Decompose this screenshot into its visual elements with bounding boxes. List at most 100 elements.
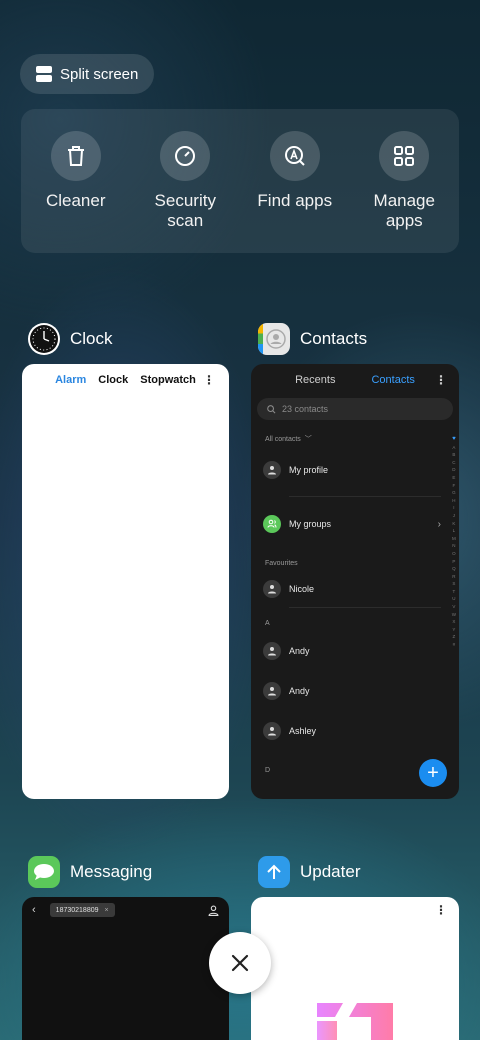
favourites-header: Favourites bbox=[265, 560, 298, 567]
alphabet-letter[interactable]: R bbox=[452, 573, 455, 581]
clock-app-icon bbox=[28, 323, 60, 355]
contact-row[interactable]: Ashley bbox=[251, 721, 459, 741]
cleaner-shortcut[interactable]: Cleaner bbox=[26, 131, 126, 253]
messaging-app-card[interactable]: ‹ 18730218809 × bbox=[22, 897, 229, 1040]
tab-alarm[interactable]: Alarm bbox=[55, 374, 86, 386]
messaging-toolbar: ‹ 18730218809 × bbox=[22, 897, 229, 923]
split-screen-button[interactable]: Split screen bbox=[20, 54, 154, 94]
search-placeholder: 23 contacts bbox=[282, 404, 329, 414]
my-groups-label: My groups bbox=[289, 519, 332, 529]
close-icon bbox=[231, 954, 249, 972]
alphabet-letter[interactable]: X bbox=[452, 618, 455, 626]
my-groups-row[interactable]: My groups › bbox=[251, 514, 459, 534]
find-apps-shortcut[interactable]: Find apps bbox=[245, 131, 345, 253]
alphabet-letter[interactable]: V bbox=[452, 603, 455, 611]
recipient-chip[interactable]: 18730218809 × bbox=[49, 903, 115, 917]
filter-label: All contacts bbox=[265, 435, 301, 443]
contacts-app-name: Contacts bbox=[300, 329, 368, 348]
messaging-app-icon bbox=[28, 856, 60, 888]
alphabet-letter[interactable]: M bbox=[452, 535, 456, 543]
contact-row-favourite[interactable]: Nicole bbox=[251, 579, 459, 599]
contacts-tabs: Recents Contacts ⋮ bbox=[251, 364, 459, 387]
alphabet-letter[interactable]: # bbox=[453, 641, 456, 649]
alphabet-letter[interactable]: G bbox=[452, 489, 456, 497]
find-apps-label: Find apps bbox=[257, 191, 333, 210]
contacts-search-input[interactable]: 23 contacts bbox=[257, 398, 453, 420]
clock-tabs: Alarm Clock Stopwatch bbox=[22, 364, 229, 386]
alphabet-letter[interactable]: W bbox=[452, 611, 456, 619]
contact-icon[interactable] bbox=[208, 903, 219, 921]
my-profile-label: My profile bbox=[289, 465, 329, 475]
alphabet-letter[interactable]: Y bbox=[452, 626, 455, 634]
alphabet-letter[interactable]: I bbox=[453, 504, 454, 512]
search-a-icon bbox=[269, 131, 320, 181]
alphabet-letter[interactable]: F bbox=[453, 482, 456, 490]
alphabet-letter[interactable]: C bbox=[452, 459, 455, 467]
my-profile-row[interactable]: My profile bbox=[251, 460, 459, 480]
group-icon bbox=[263, 515, 281, 533]
contact-name: Andy bbox=[289, 686, 310, 696]
trash-icon bbox=[50, 131, 101, 181]
more-options-icon[interactable]: ⋮ bbox=[435, 373, 447, 387]
contacts-app-icon bbox=[258, 323, 290, 355]
contact-name: Andy bbox=[289, 646, 310, 656]
split-screen-icon bbox=[36, 66, 52, 82]
more-options-icon[interactable]: ⋮ bbox=[203, 373, 215, 387]
alphabet-letter[interactable]: H bbox=[452, 497, 455, 505]
contacts-filter-dropdown[interactable]: All contacts ﹀ bbox=[251, 434, 459, 444]
quick-shortcuts-panel: Cleaner Security scan Find apps Manage a… bbox=[21, 109, 459, 253]
updater-app-header[interactable]: Updater bbox=[258, 856, 360, 888]
alphabet-letter[interactable]: O bbox=[452, 550, 456, 558]
alphabet-letter[interactable]: A bbox=[452, 444, 455, 452]
chevron-down-icon: ﹀ bbox=[304, 436, 312, 443]
gauge-icon bbox=[160, 131, 211, 181]
recipient-number: 18730218809 bbox=[55, 906, 99, 914]
contacts-app-card[interactable]: Recents Contacts ⋮ 23 contacts All conta… bbox=[251, 364, 459, 799]
security-scan-shortcut[interactable]: Security scan bbox=[135, 131, 235, 253]
alphabet-letter[interactable]: P bbox=[452, 558, 455, 566]
more-options-icon[interactable]: ⋮ bbox=[435, 903, 447, 917]
alphabet-letter[interactable]: N bbox=[452, 542, 455, 550]
security-scan-label: Security scan bbox=[154, 191, 216, 230]
back-icon[interactable]: ‹ bbox=[32, 904, 36, 916]
tab-recents[interactable]: Recents bbox=[295, 374, 335, 386]
alphabet-letter[interactable]: E bbox=[452, 474, 455, 482]
alphabet-index[interactable]: ♥ A B C D E F G H I J K L M N O P Q R S T U V W X Y Z # bbox=[452, 436, 456, 649]
add-contact-button[interactable]: + bbox=[419, 759, 447, 787]
alphabet-letter[interactable]: J bbox=[453, 512, 455, 520]
alphabet-letter[interactable]: S bbox=[452, 580, 455, 588]
alphabet-letter[interactable]: Q bbox=[452, 565, 456, 573]
alphabet-letter[interactable]: T bbox=[453, 588, 456, 596]
manage-apps-shortcut[interactable]: Manage apps bbox=[354, 131, 454, 253]
divider bbox=[289, 496, 441, 497]
clock-app-header[interactable]: Clock bbox=[28, 323, 113, 355]
contact-row[interactable]: Andy bbox=[251, 641, 459, 661]
tab-stopwatch[interactable]: Stopwatch bbox=[140, 374, 196, 386]
chevron-right-icon: › bbox=[437, 518, 441, 530]
alphabet-letter[interactable]: D bbox=[452, 466, 455, 474]
cleaner-label: Cleaner bbox=[45, 191, 106, 210]
alphabet-letter[interactable]: K bbox=[452, 520, 455, 528]
clock-app-card[interactable]: Alarm Clock Stopwatch ⋮ bbox=[22, 364, 229, 799]
clock-app-name: Clock bbox=[70, 329, 113, 348]
close-icon[interactable]: × bbox=[105, 907, 109, 914]
contacts-app-header[interactable]: Contacts bbox=[258, 323, 367, 355]
section-header-a: A bbox=[265, 620, 270, 627]
messaging-app-header[interactable]: Messaging bbox=[28, 856, 152, 888]
messaging-app-name: Messaging bbox=[70, 862, 153, 881]
alphabet-letter[interactable]: Z bbox=[453, 633, 456, 641]
grid-icon bbox=[379, 131, 430, 181]
person-icon bbox=[263, 722, 281, 740]
alphabet-letter[interactable]: B bbox=[452, 451, 455, 459]
person-icon bbox=[263, 682, 281, 700]
updater-app-card[interactable]: ⋮ bbox=[251, 897, 459, 1040]
alphabet-letter[interactable]: U bbox=[452, 595, 455, 603]
tab-clock[interactable]: Clock bbox=[98, 374, 128, 386]
tab-contacts[interactable]: Contacts bbox=[371, 374, 414, 386]
person-icon bbox=[263, 580, 281, 598]
person-icon bbox=[263, 461, 281, 479]
contact-row[interactable]: Andy bbox=[251, 681, 459, 701]
miui-logo bbox=[315, 1003, 395, 1040]
alphabet-letter[interactable]: L bbox=[453, 527, 456, 535]
clear-all-button[interactable] bbox=[209, 932, 271, 994]
